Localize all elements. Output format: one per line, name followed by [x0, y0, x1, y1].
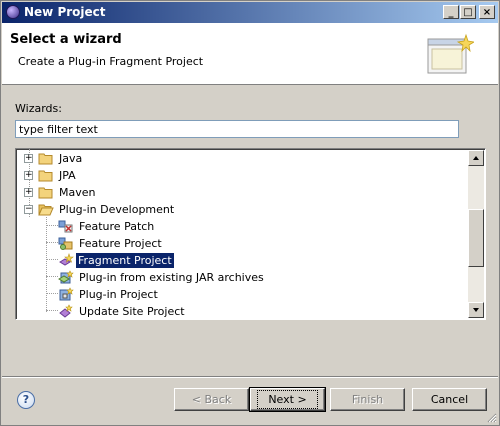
update-site-icon — [59, 304, 73, 318]
window-title: New Project — [24, 5, 106, 19]
collapse-icon[interactable]: − — [24, 205, 33, 214]
tree-item-label: Update Site Project — [79, 305, 185, 318]
tree-item-label: Plug-in Development — [59, 203, 175, 216]
folder-open-icon — [38, 204, 54, 216]
tree-item-label: Feature Patch — [79, 220, 155, 233]
page-description: Create a Plug-in Fragment Project — [18, 55, 204, 68]
arrow-down-icon — [473, 308, 479, 312]
expand-icon[interactable]: + — [24, 154, 33, 163]
wizard-tree[interactable]: + Java + JPA + Maven − Plug-in Developme… — [15, 148, 486, 320]
wizards-label: Wizards: — [15, 102, 62, 115]
feature-project-icon — [58, 237, 73, 250]
tree-item-plugin-development[interactable]: − Plug-in Development — [16, 201, 468, 218]
tree-item-label: Fragment Project — [75, 252, 175, 269]
tree-item-feature-project[interactable]: Feature Project — [16, 235, 468, 252]
scroll-thumb[interactable] — [468, 209, 484, 267]
tree-item-jpa[interactable]: + JPA — [16, 167, 468, 184]
page-title: Select a wizard — [10, 32, 122, 47]
resize-grip-icon[interactable] — [485, 411, 497, 423]
folder-icon — [38, 153, 53, 165]
title-bar[interactable]: New Project _ □ × — [2, 2, 498, 23]
feature-patch-icon — [58, 220, 73, 233]
close-button[interactable]: × — [479, 5, 495, 19]
eclipse-icon — [6, 5, 20, 19]
expand-icon[interactable]: + — [24, 171, 33, 180]
cancel-button[interactable]: Cancel — [412, 388, 487, 411]
wizard-header: Select a wizard Create a Plug-in Fragmen… — [2, 23, 498, 85]
tree-item-label: Java — [59, 152, 83, 165]
filter-input[interactable] — [15, 120, 459, 138]
tree-item-label: Feature Project — [79, 237, 162, 250]
jar-plugin-icon — [58, 270, 74, 284]
tree-item-label: Plug-in Project — [79, 288, 158, 301]
maximize-button[interactable]: □ — [460, 5, 476, 19]
button-bar-separator — [2, 376, 498, 378]
plugin-project-icon — [59, 287, 74, 301]
tree-item-label: Maven — [59, 186, 96, 199]
wizard-banner-icon — [427, 33, 474, 74]
folder-icon — [38, 187, 53, 199]
arrow-up-icon — [473, 156, 479, 160]
next-button[interactable]: Next > — [249, 387, 326, 412]
back-button[interactable]: < Back — [174, 388, 249, 411]
minimize-button[interactable]: _ — [443, 5, 459, 19]
tree-item-maven[interactable]: + Maven — [16, 184, 468, 201]
tree-scrollbar[interactable] — [468, 150, 484, 318]
tree-item-plugin-project[interactable]: Plug-in Project — [16, 286, 468, 303]
tree-item-label: JPA — [59, 169, 76, 182]
tree-item-fragment-project[interactable]: Fragment Project — [16, 252, 468, 269]
tree-item-java[interactable]: + Java — [16, 150, 468, 167]
new-project-dialog: New Project _ □ × Select a wizard Create… — [0, 0, 500, 426]
tree-item-feature-patch[interactable]: Feature Patch — [16, 218, 468, 235]
finish-button[interactable]: Finish — [330, 388, 405, 411]
next-button-label: Next > — [257, 390, 318, 409]
tree-item-label: Plug-in from existing JAR archives — [79, 271, 264, 284]
folder-icon — [38, 170, 53, 182]
expand-icon[interactable]: + — [24, 188, 33, 197]
scroll-up-button[interactable] — [468, 150, 484, 166]
scroll-down-button[interactable] — [468, 302, 484, 318]
fragment-project-icon — [59, 253, 74, 266]
tree-item-update-site-project[interactable]: Update Site Project — [16, 303, 468, 319]
tree-item-plugin-from-jar[interactable]: Plug-in from existing JAR archives — [16, 269, 468, 286]
help-button[interactable]: ? — [17, 391, 35, 409]
